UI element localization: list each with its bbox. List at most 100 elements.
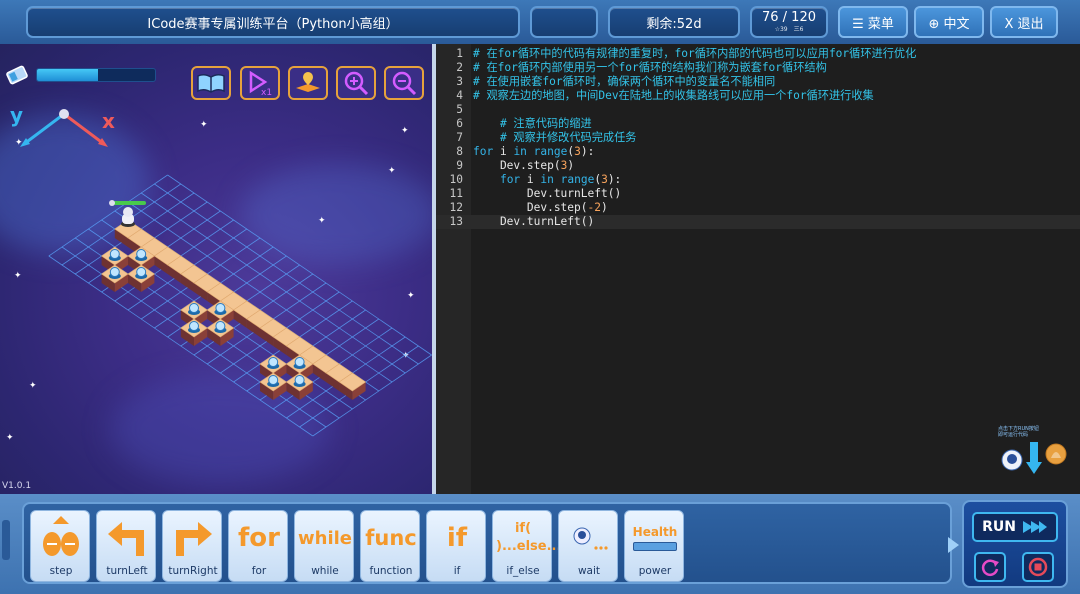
tray-handle[interactable]	[2, 520, 10, 560]
block-art-text: for	[238, 523, 280, 553]
level-stats: ☆39 三6	[775, 27, 804, 33]
version-label: V1.0.1	[2, 481, 32, 491]
block-function[interactable]: func function	[360, 510, 420, 582]
line-number: 2	[456, 61, 463, 74]
stop-button[interactable]	[1022, 552, 1054, 582]
block-turnLeft[interactable]: turnLeft	[96, 510, 156, 582]
line-number: 6	[456, 117, 463, 130]
code-text: # 观察左边的地图，中间Dev在陆地上的收集路线可以应用一个for循环进行收集	[473, 89, 874, 102]
block-label: function	[369, 565, 413, 577]
line-number: 9	[456, 159, 463, 172]
code-text: Dev.step(-2)	[473, 201, 608, 214]
code-editor[interactable]: 1 # 在for循环中的代码有规律的重复时，for循环内部的代码也可以应用for循…	[436, 44, 1080, 494]
block-art-text: if( )...else...	[496, 521, 562, 554]
block-icon: func	[361, 513, 421, 563]
line-number: 10	[449, 173, 463, 186]
code-line[interactable]: 10 for i in range(3):	[436, 173, 1080, 187]
line-count: 三6	[793, 26, 804, 33]
block-label: wait	[577, 565, 601, 577]
code-line[interactable]: 6 # 注意代码的缩进	[436, 117, 1080, 131]
code-line[interactable]: 5	[436, 103, 1080, 117]
block-for[interactable]: for for	[228, 510, 288, 582]
code-line[interactable]: 2 # 在for循环内部使用另一个for循环的结构我们称为嵌套for循环结构	[436, 61, 1080, 75]
code-text: # 在for循环中的代码有规律的重复时，for循环内部的代码也可以应用for循环…	[473, 47, 917, 60]
code-text: for i in range(3):	[499, 173, 622, 186]
run-button[interactable]: RUN	[972, 512, 1058, 542]
stop-icon	[1028, 557, 1048, 577]
line-number: 4	[456, 89, 463, 102]
block-if[interactable]: if if	[426, 510, 486, 582]
top-bar: ICode赛事专属训练平台（Python小高组） 剩余:52d 76 / 120…	[0, 0, 1080, 44]
page-title-text: ICode赛事专属训练平台（Python小高组）	[147, 16, 399, 32]
block-wait[interactable]: wait	[558, 510, 618, 582]
code-text: Dev.turnLeft()	[473, 215, 595, 228]
block-icon: if	[427, 513, 487, 563]
block-label: if	[453, 565, 461, 577]
bottom-toolbar: step turnLeft turnRight for for while while fun…	[0, 494, 1080, 594]
star-count: ☆39	[774, 26, 788, 33]
code-line[interactable]: 1 # 在for循环中的代码有规律的重复时，for循环内部的代码也可以应用for循…	[436, 47, 1080, 61]
block-step[interactable]: step	[30, 510, 90, 582]
code-text: for i in range(3):	[473, 145, 595, 158]
game-scene[interactable]: ✦ ✦ ✦ ✦ ✦ ✦ ✦ ✦ ✦ ✦ x1 y x V1.0.1	[0, 44, 432, 494]
line-number: 13	[449, 215, 463, 228]
block-art-text: func	[365, 526, 417, 550]
run-button-label: RUN	[982, 519, 1016, 535]
block-art-text: if	[446, 523, 468, 553]
code-line[interactable]: 7 # 观察并修改代码完成任务	[436, 131, 1080, 145]
reset-button[interactable]	[974, 552, 1006, 582]
code-line[interactable]: 9 Dev.step(3)	[436, 159, 1080, 173]
code-text: # 在for循环内部使用另一个for循环的结构我们称为嵌套for循环结构	[473, 61, 827, 74]
line-number: 8	[456, 145, 463, 158]
block-if-else[interactable]: if( )...else... if_else	[492, 510, 562, 582]
level-progress-text: 76 / 120	[762, 10, 816, 25]
run-hint-text: 点击下方RUN按钮即可运行代码	[998, 426, 1039, 438]
blank-panel	[530, 6, 598, 38]
menu-button[interactable]: ☰ 菜单	[838, 6, 908, 38]
run-panel: RUN	[962, 500, 1068, 588]
line-number: 11	[449, 187, 463, 200]
block-label: while	[311, 565, 339, 577]
line-number: 5	[456, 103, 463, 116]
refresh-icon	[981, 559, 999, 576]
line-number: 12	[449, 201, 463, 214]
language-button[interactable]: ⊕ 中文	[914, 6, 984, 38]
chevron-right-icon[interactable]	[946, 536, 960, 554]
page-title: ICode赛事专属训练平台（Python小高组）	[26, 6, 520, 38]
code-line[interactable]: 11 Dev.turnLeft()	[436, 187, 1080, 201]
block-icon: for	[229, 513, 289, 563]
code-line[interactable]: 12 Dev.step(-2)	[436, 201, 1080, 215]
block-label: turnLeft	[106, 565, 148, 577]
code-text: # 注意代码的缩进	[499, 117, 592, 130]
block-icon	[31, 513, 91, 563]
code-line[interactable]: 4 # 观察左边的地图，中间Dev在陆地上的收集路线可以应用一个for循环进行收集	[436, 89, 1080, 103]
block-label: power	[638, 565, 672, 577]
block-art-text: Health	[632, 525, 678, 539]
menu-button-label: ☰ 菜单	[852, 16, 894, 32]
block-icon	[163, 513, 223, 563]
block-power[interactable]: Health power	[624, 510, 684, 582]
remaining-days: 剩余:52d	[608, 6, 740, 38]
block-icon	[559, 513, 619, 563]
game-board[interactable]	[0, 44, 432, 494]
code-line[interactable]: 8 for i in range(3):	[436, 145, 1080, 159]
code-line[interactable]: 3 # 在使用嵌套for循环时，确保两个循环中的变量名不能相同	[436, 75, 1080, 89]
block-while[interactable]: while while	[294, 510, 354, 582]
block-icon: while	[295, 513, 355, 563]
exit-button-label: X 退出	[1004, 16, 1044, 32]
block-label: for	[251, 565, 267, 577]
language-button-label: ⊕ 中文	[928, 16, 970, 32]
code-text: # 在使用嵌套for循环时，确保两个循环中的变量名不能相同	[473, 75, 776, 88]
block-icon: if( )...else...	[493, 513, 562, 563]
line-number: 1	[456, 47, 463, 60]
code-line[interactable]: 13 Dev.turnLeft()	[436, 215, 1080, 229]
fast-forward-icon	[1022, 521, 1047, 533]
code-text: Dev.step(3)	[473, 159, 575, 172]
block-label: step	[49, 565, 73, 577]
remaining-days-text: 剩余:52d	[646, 16, 702, 32]
block-label: if_else	[506, 565, 540, 577]
blocks-tray: step turnLeft turnRight for for while while fun…	[22, 502, 952, 584]
exit-button[interactable]: X 退出	[990, 6, 1058, 38]
block-turnRight[interactable]: turnRight	[162, 510, 222, 582]
block-icon: Health	[625, 513, 685, 563]
